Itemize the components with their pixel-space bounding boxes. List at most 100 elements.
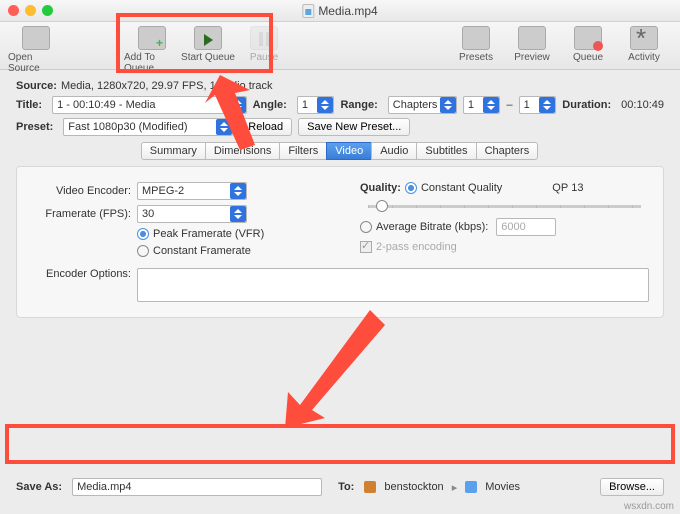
window-title: Media.mp4 (318, 4, 377, 18)
start-queue-button[interactable]: Start Queue (180, 26, 236, 63)
tab-audio[interactable]: Audio (371, 142, 417, 160)
angle-select[interactable]: 1 (297, 96, 335, 114)
add-to-queue-icon (138, 26, 166, 50)
toolbar: Open Source Add To Queue Start Queue Pau… (0, 22, 680, 70)
chevron-down-icon (317, 97, 333, 113)
preset-label: Preset: (16, 121, 53, 133)
encoder-select[interactable]: MPEG-2 (137, 182, 247, 200)
document-icon (302, 4, 314, 18)
to-label: To: (338, 481, 354, 493)
tab-chapters[interactable]: Chapters (476, 142, 539, 160)
encopts-label: Encoder Options: (31, 268, 131, 280)
pause-label: Pause (250, 52, 278, 63)
avg-bitrate-radio[interactable] (360, 221, 372, 233)
folder-icon (465, 481, 477, 493)
browse-button[interactable]: Browse... (600, 478, 664, 496)
constant-quality-label: Constant Quality (421, 182, 502, 194)
chevron-down-icon (230, 206, 246, 222)
annotation-arrow-down (270, 310, 390, 430)
fps-select[interactable]: 30 (137, 205, 247, 223)
add-to-queue-button[interactable]: Add To Queue (124, 26, 180, 74)
avg-bitrate-field[interactable]: 6000 (496, 218, 556, 236)
titlebar: Media.mp4 (0, 0, 680, 22)
constant-fr-radio[interactable] (137, 245, 149, 257)
activity-button[interactable]: Activity (616, 26, 672, 63)
preview-icon (518, 26, 546, 50)
quality-label: Quality: (360, 182, 401, 194)
source-value: Media, 1280x720, 29.97 FPS, 1 audio trac… (61, 80, 273, 92)
tab-bar: Summary Dimensions Filters Video Audio S… (16, 142, 664, 160)
minimize-icon[interactable] (25, 5, 36, 16)
peak-vfr-radio[interactable] (137, 228, 149, 240)
tab-summary[interactable]: Summary (141, 142, 206, 160)
save-new-preset-button[interactable]: Save New Preset... (298, 118, 410, 136)
saveas-label: Save As: (16, 481, 62, 493)
qp-label: QP (552, 182, 568, 194)
preview-button[interactable]: Preview (504, 26, 560, 63)
twopass-label: 2-pass encoding (376, 241, 457, 253)
close-icon[interactable] (8, 5, 19, 16)
qp-value: 13 (571, 182, 583, 194)
duration-label: Duration: (562, 99, 611, 111)
add-to-queue-label: Add To Queue (124, 52, 180, 74)
chevron-down-icon (230, 97, 246, 113)
range-label: Range: (340, 99, 377, 111)
range-to-select[interactable]: 1 (519, 96, 557, 114)
path-folder[interactable]: Movies (485, 481, 520, 493)
constant-quality-radio[interactable] (405, 182, 417, 194)
activity-icon (630, 26, 658, 50)
annotation-highlight-footer (5, 424, 675, 464)
encopts-field[interactable] (137, 268, 649, 302)
window-title-group: Media.mp4 (302, 4, 377, 18)
chevron-right-icon: ▸ (452, 481, 458, 494)
tab-video[interactable]: Video (326, 142, 372, 160)
tab-filters[interactable]: Filters (279, 142, 327, 160)
saveas-field[interactable]: Media.mp4 (72, 478, 322, 496)
constant-fr-label: Constant Framerate (153, 245, 251, 257)
range-type-select[interactable]: Chapters (388, 96, 457, 114)
queue-button[interactable]: Queue (560, 26, 616, 63)
source-label: Source: (16, 80, 57, 92)
home-icon (364, 481, 376, 493)
title-select[interactable]: 1 - 00:10:49 - Media (52, 96, 247, 114)
video-panel: Video Encoder: MPEG-2 Framerate (FPS): 3… (16, 166, 664, 318)
encoder-label: Video Encoder: (31, 185, 131, 197)
chevron-down-icon (483, 97, 499, 113)
peak-vfr-label: Peak Framerate (VFR) (153, 228, 264, 240)
reload-preset-button[interactable]: Reload (239, 118, 292, 136)
watermark: wsxdn.com (624, 501, 674, 512)
film-icon (22, 26, 50, 50)
title-value: 1 - 00:10:49 - Media (57, 99, 155, 111)
presets-label: Presets (459, 52, 493, 63)
tab-subtitles[interactable]: Subtitles (416, 142, 476, 160)
chevron-down-icon (440, 97, 456, 113)
open-source-label: Open Source (8, 52, 64, 74)
range-sep: – (506, 99, 512, 111)
chevron-down-icon (230, 183, 246, 199)
tab-dimensions[interactable]: Dimensions (205, 142, 280, 160)
title-label: Title: (16, 99, 42, 111)
avg-bitrate-label: Average Bitrate (kbps): (376, 221, 488, 233)
quality-slider[interactable] (368, 199, 641, 213)
preview-label: Preview (514, 52, 550, 63)
path-user[interactable]: benstockton (384, 481, 443, 493)
queue-label: Queue (573, 52, 603, 63)
presets-button[interactable]: Presets (448, 26, 504, 63)
angle-label: Angle: (253, 99, 287, 111)
pause-button[interactable]: Pause (236, 26, 292, 63)
presets-icon (462, 26, 490, 50)
content: Source: Media, 1280x720, 29.97 FPS, 1 au… (0, 70, 680, 318)
window-controls (8, 5, 53, 16)
chevron-down-icon (216, 119, 232, 135)
queue-icon (574, 26, 602, 50)
footer: Save As: Media.mp4 To: benstockton ▸ Mov… (0, 470, 680, 504)
slider-thumb[interactable] (376, 200, 388, 212)
chevron-down-icon (539, 97, 555, 113)
start-queue-label: Start Queue (181, 52, 235, 63)
range-from-select[interactable]: 1 (463, 96, 501, 114)
zoom-icon[interactable] (42, 5, 53, 16)
duration-value: 00:10:49 (621, 99, 664, 111)
fps-label: Framerate (FPS): (31, 208, 131, 220)
open-source-button[interactable]: Open Source (8, 26, 64, 74)
preset-select[interactable]: Fast 1080p30 (Modified) (63, 118, 233, 136)
